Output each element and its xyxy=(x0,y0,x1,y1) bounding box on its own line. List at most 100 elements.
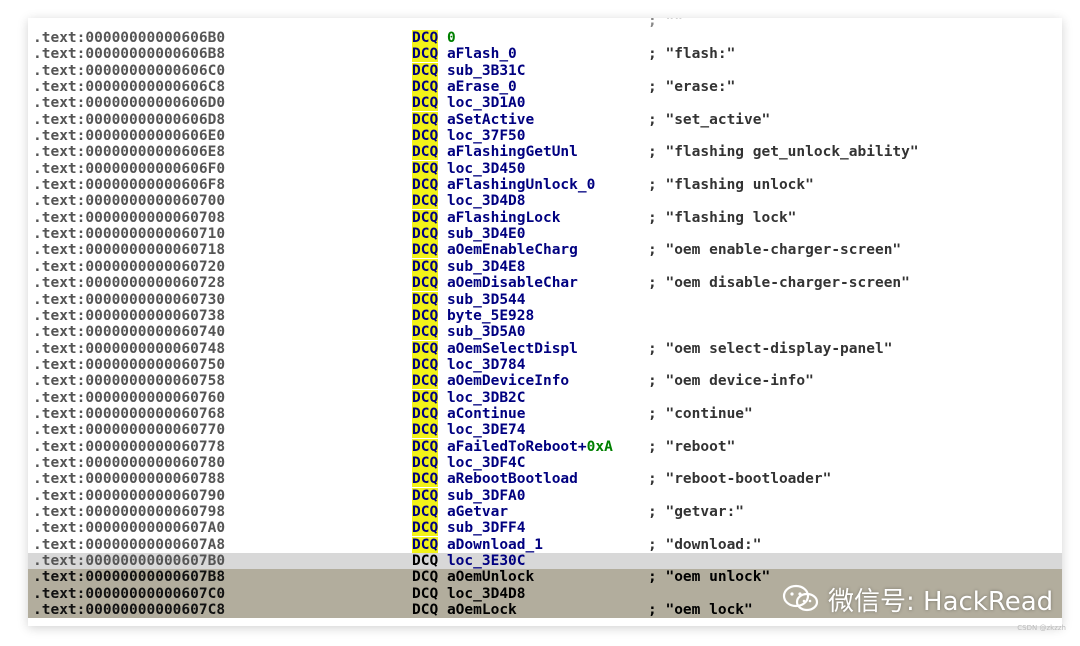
operand[interactable]: aFlash_0 xyxy=(447,46,517,62)
operand[interactable]: sub_3D4E0 xyxy=(447,226,526,242)
listing-row[interactable]: .text:0000000000060728 DCQ aOemDisableCha… xyxy=(28,275,1062,292)
listing-row[interactable]: .text:0000000000060788 DCQ aRebootBootloa… xyxy=(28,471,1062,488)
operand[interactable]: aErase_0 xyxy=(447,79,517,95)
operand[interactable]: aOemDisableChar xyxy=(447,275,578,291)
operand[interactable]: aOemLock xyxy=(447,602,517,618)
operand[interactable]: aFlashingGetUnl xyxy=(447,144,578,160)
address: .text:0000000000060750 xyxy=(33,356,226,373)
directive: DCQ xyxy=(412,128,439,145)
listing-row[interactable]: .text:0000000000060790 DCQ sub_3DFA0 xyxy=(28,487,1062,504)
operand[interactable]: sub_3DFF4 xyxy=(447,520,526,536)
address: .text:00000000000606F0 xyxy=(33,160,226,177)
instruction: DCQ 0 xyxy=(412,30,456,46)
listing-row[interactable]: .text:0000000000060780 DCQ loc_3DF4C xyxy=(28,454,1062,471)
address: .text:0000000000060720 xyxy=(33,258,226,275)
operand[interactable]: loc_3E30C xyxy=(447,553,526,569)
operand[interactable]: loc_3DB2C xyxy=(447,390,526,406)
address: .text:00000000000607B8 xyxy=(33,569,226,586)
instruction: DCQ sub_3D4E8 xyxy=(412,258,526,275)
operand[interactable]: aContinue xyxy=(447,406,526,422)
directive: DCQ xyxy=(412,160,439,177)
operand[interactable]: sub_3DFA0 xyxy=(447,488,526,504)
listing-row[interactable]: .text:00000000000606F8 DCQ aFlashingUnloc… xyxy=(28,177,1062,194)
address: .text:00000000000606B0 xyxy=(33,30,226,46)
disassembly-view[interactable]: ; "" .text:00000000000606B0 DCQ 0 .text:00… xyxy=(28,18,1062,626)
listing-row[interactable]: .text:0000000000060768 DCQ aContinue ; "co… xyxy=(28,405,1062,422)
directive: DCQ xyxy=(412,422,439,439)
operand[interactable]: aFlashingLock xyxy=(447,210,561,226)
listing-row[interactable]: .text:0000000000060720 DCQ sub_3D4E8 xyxy=(28,258,1062,275)
listing-row[interactable]: .text:00000000000606D8 DCQ aSetActive ; "s… xyxy=(28,111,1062,128)
operand[interactable]: loc_3D450 xyxy=(447,161,526,177)
listing-row[interactable]: .text:0000000000060738 DCQ byte_5E928 xyxy=(28,307,1062,324)
listing-row[interactable]: .text:0000000000060798 DCQ aGetvar ; "getv… xyxy=(28,503,1062,520)
address: .text:00000000000607A8 xyxy=(33,536,226,553)
operand[interactable]: byte_5E928 xyxy=(447,308,534,324)
listing-row[interactable]: .text:0000000000060730 DCQ sub_3D544 xyxy=(28,291,1062,308)
operand[interactable]: aOemUnlock xyxy=(447,569,534,585)
listing-row[interactable]: .text:0000000000060760 DCQ loc_3DB2C xyxy=(28,389,1062,406)
listing-row[interactable]: .text:00000000000606B8 DCQ aFlash_0 ; "fla… xyxy=(28,46,1062,63)
listing-row[interactable]: .text:00000000000606D0 DCQ loc_3D1A0 xyxy=(28,95,1062,112)
instruction: DCQ sub_3DFA0 xyxy=(412,487,526,504)
directive: DCQ xyxy=(412,79,439,96)
operand[interactable]: aFlashingUnlock_0 xyxy=(447,177,595,193)
listing-row[interactable]: .text:00000000000606E0 DCQ loc_37F50 xyxy=(28,128,1062,145)
directive: DCQ xyxy=(412,30,439,46)
operand[interactable]: loc_3DE74 xyxy=(447,422,526,438)
operand[interactable]: loc_3D4D8 xyxy=(447,586,526,602)
address: .text:0000000000060768 xyxy=(33,405,226,422)
comment: ; "flashing lock" xyxy=(648,209,797,226)
operand[interactable]: sub_3B31C xyxy=(447,63,526,79)
operand[interactable]: loc_3D1A0 xyxy=(447,95,526,111)
listing-row[interactable]: .text:0000000000060740 DCQ sub_3D5A0 xyxy=(28,324,1062,341)
comment: ; "oem enable-charger-screen" xyxy=(648,242,902,259)
operand[interactable]: aDownload_1 xyxy=(447,537,543,553)
directive: DCQ xyxy=(412,226,439,243)
directive: DCQ xyxy=(412,602,439,619)
listing-row[interactable]: .text:00000000000606C0 DCQ sub_3B31C xyxy=(28,62,1062,79)
directive: DCQ xyxy=(412,520,439,537)
operand[interactable]: loc_3DF4C xyxy=(447,455,526,471)
listing-row[interactable]: .text:00000000000607B0 DCQ loc_3E30C xyxy=(28,553,1062,570)
directive: DCQ xyxy=(412,193,439,210)
operand[interactable]: aGetvar xyxy=(447,504,508,520)
listing-row[interactable]: .text:0000000000060710 DCQ sub_3D4E0 xyxy=(28,226,1062,243)
address: .text:0000000000060738 xyxy=(33,307,226,324)
listing-row[interactable]: .text:00000000000607A0 DCQ sub_3DFF4 xyxy=(28,520,1062,537)
listing-row[interactable]: .text:0000000000060778 DCQ aFailedToReboo… xyxy=(28,438,1062,455)
listing-row[interactable]: .text:0000000000060718 DCQ aOemEnableChar… xyxy=(28,242,1062,259)
address: .text:0000000000060700 xyxy=(33,193,226,210)
operand[interactable]: loc_3D4D8 xyxy=(447,193,526,209)
listing-row[interactable]: .text:0000000000060700 DCQ loc_3D4D8 xyxy=(28,193,1062,210)
comment: ; "flashing get_unlock_ability" xyxy=(648,144,919,161)
operand[interactable]: sub_3D4E8 xyxy=(447,259,526,275)
operand[interactable]: aFailedToReboot+ xyxy=(447,439,587,455)
listing-row[interactable]: .text:00000000000606E8 DCQ aFlashingGetUn… xyxy=(28,144,1062,161)
address: .text:00000000000606F8 xyxy=(33,177,226,194)
directive: DCQ xyxy=(412,585,439,602)
operand[interactable]: aSetActive xyxy=(447,112,534,128)
directive: DCQ xyxy=(412,487,439,504)
operand[interactable]: sub_3D5A0 xyxy=(447,324,526,340)
operand[interactable]: loc_3D784 xyxy=(447,357,526,373)
operand[interactable]: loc_37F50 xyxy=(447,128,526,144)
listing-row[interactable]: .text:00000000000606F0 DCQ loc_3D450 xyxy=(28,160,1062,177)
operand[interactable]: aOemDeviceInfo xyxy=(447,373,569,389)
listing-row[interactable]: .text:00000000000606C8 DCQ aErase_0 ; "era… xyxy=(28,79,1062,96)
operand[interactable]: sub_3D544 xyxy=(447,292,526,308)
listing-row[interactable]: .text:0000000000060748 DCQ aOemSelectDisp… xyxy=(28,340,1062,357)
operand[interactable]: aOemSelectDispl xyxy=(447,341,578,357)
address: .text:0000000000060718 xyxy=(33,242,226,259)
listing-row[interactable]: .text:0000000000060750 DCQ loc_3D784 xyxy=(28,356,1062,373)
listing-row[interactable]: .text:00000000000607A8 DCQ aDownload_1 ; "… xyxy=(28,536,1062,553)
comment: ; "getvar:" xyxy=(648,503,745,520)
listing-row[interactable]: .text:0000000000060758 DCQ aOemDeviceInfo… xyxy=(28,373,1062,390)
listing-row[interactable]: .text:00000000000606B0 DCQ 0 xyxy=(28,30,1062,46)
listing-row[interactable]: .text:0000000000060708 DCQ aFlashingLock;… xyxy=(28,209,1062,226)
operand[interactable]: aOemEnableCharg xyxy=(447,242,578,258)
operand[interactable]: aRebootBootload xyxy=(447,471,578,487)
listing-row[interactable]: .text:0000000000060770 DCQ loc_3DE74 xyxy=(28,422,1062,439)
directive: DCQ xyxy=(412,454,439,471)
directive: DCQ xyxy=(412,569,439,586)
